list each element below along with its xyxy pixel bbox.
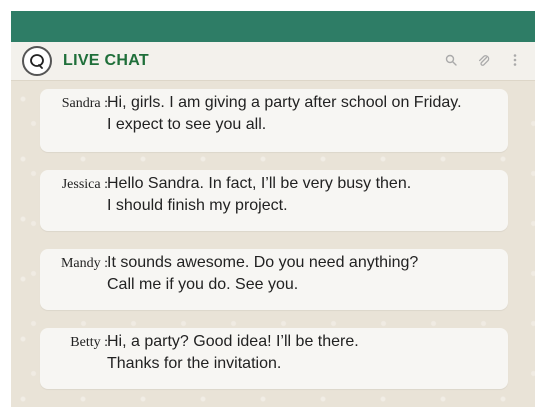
message-text: Thanks for the invitation. — [107, 355, 282, 372]
speaker-name: Sandra : — [61, 96, 108, 111]
message-bubble: Mandy : It sounds awesome. Do you need a… — [40, 249, 508, 310]
speaker-name: Betty : — [70, 335, 108, 350]
message-text: Hi, a party? Good idea! I’ll be there. — [107, 333, 359, 350]
message-text: I should finish my project. — [107, 197, 288, 214]
speaker-name: Jessica : — [61, 177, 108, 192]
message-text: I expect to see you all. — [107, 116, 267, 133]
header-actions — [443, 52, 523, 68]
chat-window: LIVE CHAT Sandra: Hi, girls. I am givin… — [11, 11, 535, 407]
message-bubble: Sandra : Hi, girls. I am giving a party … — [40, 89, 508, 152]
message-bubble: Jessica : Hello Sandra. In fact, I’ll be… — [40, 170, 508, 231]
message-text: Hello Sandra. In fact, I’ll be very busy… — [107, 175, 412, 192]
message-text: Hi, girls. I am giving a party after sch… — [107, 94, 462, 111]
message-text: Call me if you do. See you. — [107, 276, 299, 293]
more-vertical-icon[interactable] — [507, 52, 523, 68]
attach-icon[interactable] — [475, 52, 491, 68]
message-text: It sounds awesome. Do you need anything? — [107, 254, 419, 271]
chat-logo-icon — [22, 46, 52, 76]
chat-header: LIVE CHAT — [11, 42, 535, 81]
chat-title: LIVE CHAT — [63, 52, 149, 69]
message-bubble: Betty : Hi, a party? Good idea! I’ll be … — [40, 328, 508, 389]
search-icon[interactable] — [443, 52, 459, 68]
message-list: Sandra : Hi, girls. I am giving a party … — [11, 81, 535, 407]
speaker-name: Mandy : — [60, 256, 108, 271]
top-bar — [11, 11, 535, 42]
